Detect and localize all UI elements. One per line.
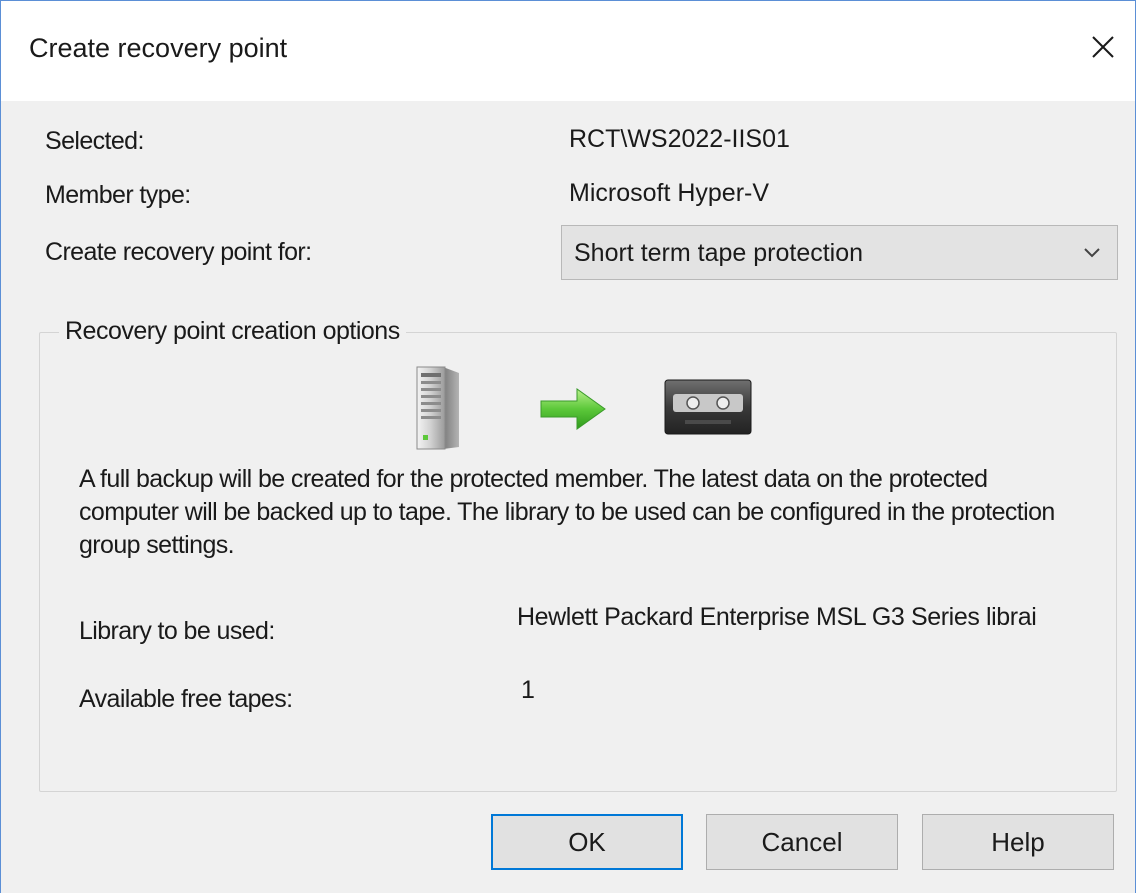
member-type-value: Microsoft Hyper-V xyxy=(569,179,770,207)
chevron-down-icon xyxy=(1084,248,1100,258)
help-button[interactable]: Help xyxy=(922,814,1114,870)
dialog-title: Create recovery point xyxy=(29,33,288,63)
create-for-dropdown[interactable]: Short term tape protection xyxy=(561,225,1118,280)
library-label: Library to be used: xyxy=(79,617,275,645)
tape-cassette-icon xyxy=(664,379,752,435)
options-description: A full backup will be created for the pr… xyxy=(79,465,1055,559)
arrow-right-icon xyxy=(540,388,606,430)
server-icon xyxy=(416,366,459,450)
library-value: Hewlett Packard Enterprise MSL G3 Series… xyxy=(517,603,1037,631)
dropdown-selected-value: Short term tape protection xyxy=(574,239,864,267)
ok-button[interactable]: OK xyxy=(491,814,683,870)
free-tapes-value: 1 xyxy=(521,676,535,704)
options-group-legend: Recovery point creation options xyxy=(59,317,406,346)
selected-label: Selected: xyxy=(45,127,144,155)
selected-value: RCT\WS2022-IIS01 xyxy=(569,125,790,153)
close-button[interactable] xyxy=(1081,27,1125,71)
title-bar: Create recovery point xyxy=(1,1,1135,101)
member-type-label: Member type: xyxy=(45,181,191,209)
create-for-label: Create recovery point for: xyxy=(45,238,312,266)
cancel-button[interactable]: Cancel xyxy=(706,814,898,870)
close-icon xyxy=(1092,36,1114,58)
dialog-window: Create recovery point Selected: RCT\WS20… xyxy=(0,0,1136,893)
free-tapes-label: Available free tapes: xyxy=(79,685,293,713)
